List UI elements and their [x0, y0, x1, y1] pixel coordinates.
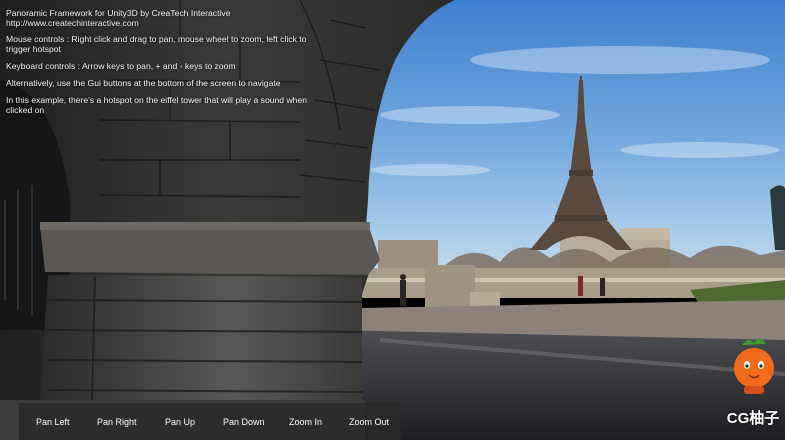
watermark-text: CG柚子	[726, 410, 780, 427]
instructions-panel: Panoramic Framework for Unity3D by CreaT…	[6, 8, 316, 122]
zoom-out-button[interactable]: Zoom Out	[349, 417, 389, 427]
website-url: http://www.createchinteractive.com	[6, 18, 139, 28]
app-title: Panoramic Framework for Unity3D by CreaT…	[6, 8, 231, 18]
pillar-capital	[40, 225, 380, 275]
zoom-in-button[interactable]: Zoom In	[289, 417, 322, 427]
gui-buttons-text: Alternatively, use the Gui buttons at th…	[6, 78, 281, 88]
watermark: CG柚子	[722, 337, 784, 437]
keyboard-controls-text: Keyboard controls : Arrow keys to pan, +…	[6, 61, 236, 71]
hotspot-text: In this example, there's a hotspot on th…	[6, 95, 308, 115]
navigation-toolbar: Pan Left Pan Right Pan Up Pan Down Zoom …	[19, 403, 401, 440]
mouse-controls-text: Mouse controls : Right click and drag to…	[6, 34, 307, 54]
pillar	[40, 275, 362, 400]
pan-down-button[interactable]: Pan Down	[223, 417, 265, 427]
pan-right-button[interactable]: Pan Right	[97, 417, 137, 427]
stone-block	[425, 265, 475, 310]
pan-left-button[interactable]: Pan Left	[36, 417, 70, 427]
pan-up-button[interactable]: Pan Up	[165, 417, 195, 427]
